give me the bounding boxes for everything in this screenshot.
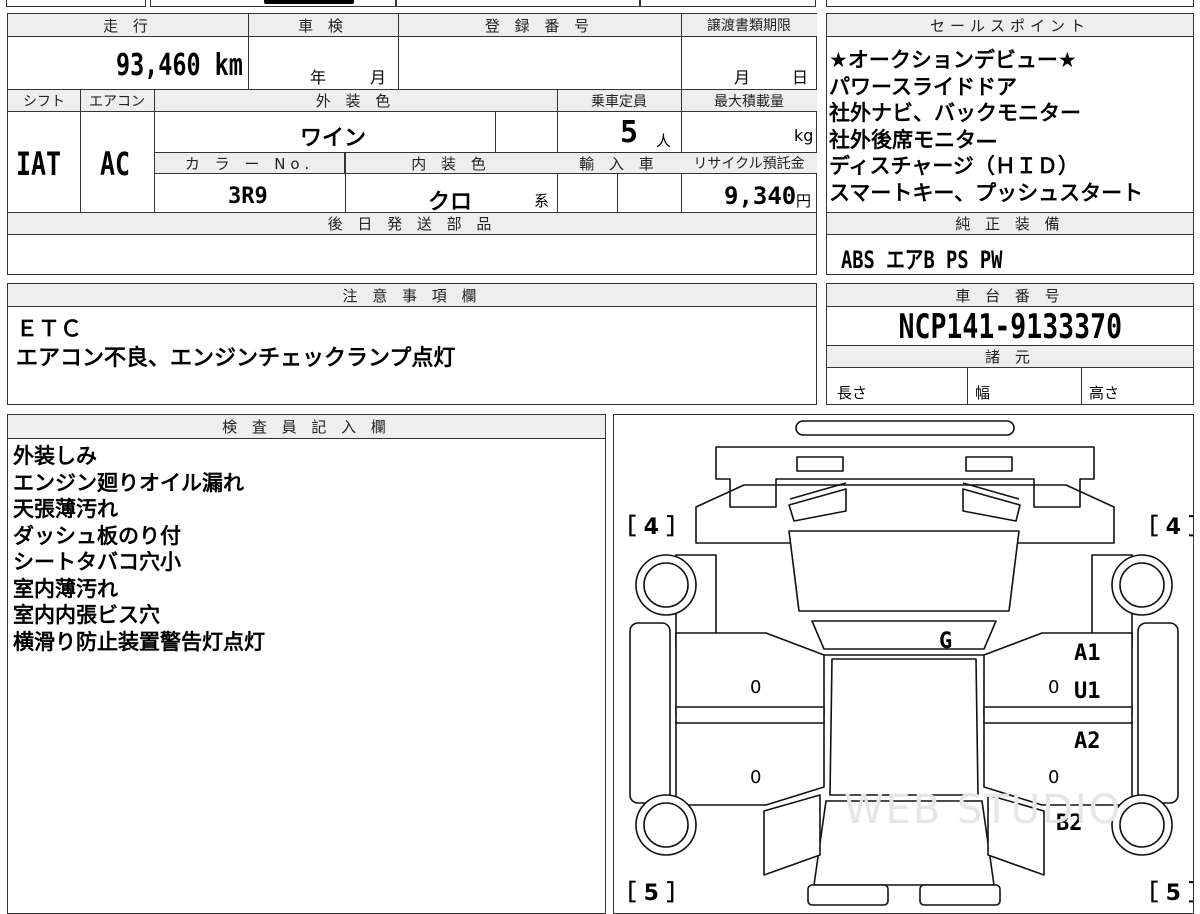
height-label: 高さ (1089, 384, 1120, 402)
transfer-day-unit: 日 (792, 68, 809, 87)
car-damage-diagram: ［ 4 ］ ［ 4 ］ ［ 5 ］ ［ 5 ］ G A1 U1 A2 B2 0 … (613, 414, 1194, 914)
max-load-unit: kg (794, 126, 814, 145)
inspection-year-unit: 年 (310, 68, 327, 87)
watermark: WEB STUDIO (844, 787, 1123, 833)
genuine-equipment-value: ABS エアB PS PW (841, 246, 1003, 274)
zero-mark: 0 (1048, 677, 1060, 698)
damage-mark-a2: A2 (1074, 729, 1101, 754)
capacity-value: 5 (620, 115, 639, 150)
color-no-value: 3R9 (228, 184, 268, 209)
chassis-number: NCP141-9133370 (898, 307, 1122, 347)
mileage-value: 93,460 km (116, 48, 243, 83)
vehicle-info-grid: 走 行 車 検 登 録 番 号 譲渡書類期限 93,460 km 年 月 月 日… (7, 13, 817, 275)
inspection-month-unit: 月 (370, 68, 387, 87)
ac-label: エアコン (80, 90, 154, 112)
interior-color-label: 内 装 色 (345, 153, 557, 174)
sales-points-list: ★オークションデビュー★ パワースライドドア 社外ナビ、バックモニター 社外後席… (829, 47, 1143, 206)
capacity-unit: 人 (656, 132, 672, 150)
recycle-fee-unit: 円 (796, 192, 812, 210)
inspector-lines: 外装しみ エンジン廻りオイル漏れ 天張薄汚れ ダッシュ板のり付 シートタバコ穴小… (13, 443, 265, 655)
length-label: 長さ (837, 384, 868, 402)
sales-point-item: ★オークションデビュー★ (829, 48, 1077, 72)
sales-point-item: パワースライドドア (829, 74, 1017, 99)
registration-label: 登 録 番 号 (398, 14, 681, 37)
recycle-fee-label: リサイクル預託金 (681, 153, 817, 174)
sales-point-item: ディスチャージ（ＨＩＤ） (829, 154, 1079, 178)
inspector-line: 室内内張ビス穴 (13, 603, 160, 627)
exterior-color-label: 外 装 色 (154, 90, 557, 112)
exterior-color-value: ワイン (300, 126, 367, 151)
inspector-line: 天張薄汚れ (13, 497, 118, 521)
width-label: 幅 (975, 384, 991, 402)
tire-rear-right-mark: ［ 5 ］ (1136, 881, 1193, 906)
chassis-panel: 車 台 番 号 NCP141-9133370 諸 元 長さ 幅 高さ (826, 283, 1194, 405)
inspector-line: エンジン廻りオイル漏れ (13, 470, 244, 495)
import-label: 輸 入 車 (557, 153, 681, 174)
damage-mark-a1: A1 (1074, 641, 1101, 666)
later-parts-label: 後 日 発 送 部 品 (8, 213, 816, 235)
transfer-deadline-label: 譲渡書類期限 (681, 14, 817, 37)
recycle-fee-value: 9,340 (724, 182, 797, 210)
inspector-line: 横滑り防止装置警告灯点灯 (13, 629, 265, 654)
inspector-line: シートタバコ穴小 (13, 550, 181, 574)
damage-mark-g: G (939, 629, 953, 654)
tire-front-right-mark: ［ 4 ］ (1136, 515, 1193, 540)
transfer-month-unit: 月 (734, 68, 751, 87)
zero-mark: 0 (750, 677, 762, 698)
sales-point-item: スマートキー、プッシュスタート (829, 180, 1144, 205)
ac-value: AC (100, 145, 131, 183)
inspection-label: 車 検 (248, 14, 398, 37)
color-no-label: カ ラ ー No. (155, 153, 345, 174)
shift-label: シフト (8, 90, 80, 112)
sales-point-item: 社外後席モニタ— (829, 127, 997, 152)
capacity-label: 乗車定員 (557, 90, 681, 112)
inspector-panel: 検 査 員 記 入 欄 外装しみ エンジン廻りオイル漏れ 天張薄汚れ ダッシュ板… (7, 414, 606, 914)
sales-points-panel: セールスポイント ★オークションデビュー★ パワースライドドア 社外ナビ、バック… (826, 13, 1194, 275)
damage-mark-u1: U1 (1074, 679, 1101, 704)
sales-points-label: セールスポイント (827, 14, 1193, 37)
tire-front-left-mark: ［ 4 ］ (614, 515, 689, 540)
chassis-label: 車 台 番 号 (827, 284, 1193, 307)
inspector-line: 室内薄汚れ (13, 576, 118, 601)
max-load-label: 最大積載量 (681, 90, 817, 112)
inspector-line: 外装しみ (13, 444, 97, 468)
inspector-line: ダッシュ板のり付 (13, 523, 181, 548)
mileage-label: 走 行 (8, 14, 248, 37)
notes-lines: ＥＴＣ エアコン不良、エンジンチェックランプ点灯 (16, 315, 455, 373)
top-strip (0, 0, 1200, 8)
genuine-equipment-label: 純 正 装 備 (827, 213, 1193, 235)
shift-value: IAT (16, 145, 62, 183)
zero-mark: 0 (1048, 767, 1060, 788)
interior-color-suffix: 系 (534, 192, 550, 210)
tire-rear-left-mark: ［ 5 ］ (614, 881, 689, 906)
notes-label: 注 意 事 項 欄 (8, 284, 816, 307)
sales-point-item: 社外ナビ、バックモニター (829, 101, 1081, 125)
notes-line: ＥＴＣ (16, 317, 83, 342)
inspector-label: 検 査 員 記 入 欄 (8, 415, 605, 439)
car-outline-svg (629, 420, 1179, 906)
specs-label: 諸 元 (827, 346, 1193, 368)
notes-panel: 注 意 事 項 欄 ＥＴＣ エアコン不良、エンジンチェックランプ点灯 (7, 283, 817, 405)
notes-line: エアコン不良、エンジンチェックランプ点灯 (16, 346, 456, 371)
zero-mark: 0 (750, 767, 762, 788)
